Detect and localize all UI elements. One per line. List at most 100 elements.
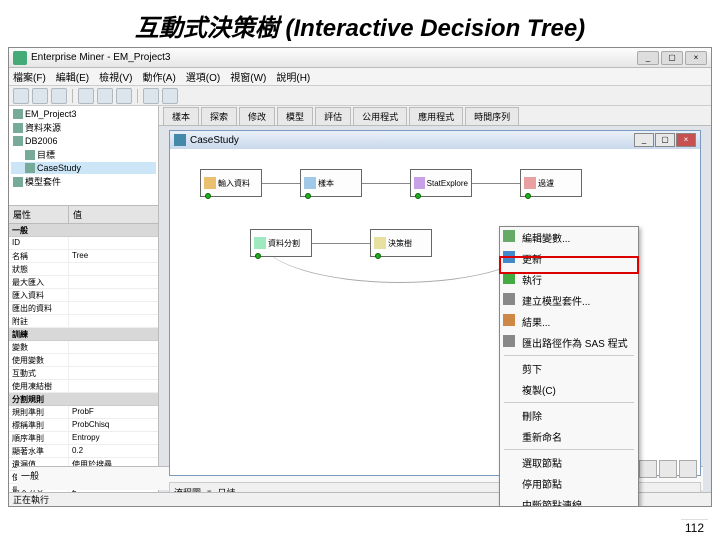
prop-name: 使用凍結樹 [9, 380, 69, 392]
minimize-button[interactable]: _ [637, 51, 659, 65]
slide-title: 互動式決策樹 (Interactive Decision Tree) [0, 0, 720, 47]
menu-help[interactable]: 說明(H) [276, 69, 310, 84]
prop-header-value: 值 [69, 206, 86, 223]
tb-copy-icon[interactable] [97, 88, 113, 104]
tab[interactable]: 模型 [277, 107, 313, 125]
left-pane: EM_Project3資料來源DB2006目標CaseStudy模型套件 屬性 … [9, 106, 159, 506]
prop-row[interactable]: 匯出的資料 [9, 302, 158, 315]
flow-node[interactable]: 過濾 [520, 169, 582, 197]
tb-open-icon[interactable] [32, 88, 48, 104]
menu-options[interactable]: 選項(O) [186, 69, 220, 84]
prop-row[interactable]: 匯入資料 [9, 289, 158, 302]
maximize-button[interactable]: ▢ [661, 51, 683, 65]
tree-item[interactable]: 目標 [11, 147, 156, 162]
flow-node[interactable]: 資料分割 [250, 229, 312, 257]
prop-row[interactable]: 附註 [9, 315, 158, 328]
tab[interactable]: 探索 [201, 107, 237, 125]
prop-row[interactable]: 最大匯入 [9, 276, 158, 289]
prop-row[interactable]: 順序準則Entropy [9, 432, 158, 445]
node-icon [254, 237, 266, 249]
flow-node[interactable]: StatExplore [410, 169, 472, 197]
context-menu-item[interactable]: 停用節點 [500, 473, 638, 494]
prop-row[interactable]: 互動式 [9, 367, 158, 380]
context-menu-item[interactable]: 複製(C) [500, 379, 638, 400]
menu-file[interactable]: 檔案(F) [13, 69, 46, 84]
node-icon [374, 237, 386, 249]
prop-row[interactable]: 名稱Tree [9, 250, 158, 263]
prop-name: 附註 [9, 315, 69, 327]
context-menu-item[interactable]: 匯出路徑作為 SAS 程式 [500, 332, 638, 353]
context-menu-item[interactable]: 刪除 [500, 405, 638, 426]
tab[interactable]: 評估 [315, 107, 351, 125]
inner-title: CaseStudy [190, 135, 239, 146]
inner-close-button[interactable]: × [676, 133, 696, 147]
flow-node[interactable]: 輸入資料 [200, 169, 262, 197]
tree-item[interactable]: 資料來源 [11, 120, 156, 135]
tab[interactable]: 應用程式 [409, 107, 463, 125]
project-tree[interactable]: EM_Project3資料來源DB2006目標CaseStudy模型套件 [9, 106, 158, 206]
prop-value [69, 276, 75, 288]
tb-run-icon[interactable] [143, 88, 159, 104]
tree-item[interactable]: 模型套件 [11, 174, 156, 189]
prop-row[interactable]: 變數 [9, 341, 158, 354]
tb-paste-icon[interactable] [116, 88, 132, 104]
folder-icon [13, 177, 23, 187]
app-icon [13, 51, 27, 65]
tb-save-icon[interactable] [51, 88, 67, 104]
context-menu-item[interactable]: 剪下 [500, 358, 638, 379]
prop-row[interactable]: 狀態 [9, 263, 158, 276]
highlight-marker [499, 256, 639, 274]
property-table[interactable]: 一般ID名稱Tree狀態最大匯入匯入資料匯出的資料附註訓練變數使用變數互動式使用… [9, 224, 158, 506]
inner-minimize-button[interactable]: _ [634, 133, 654, 147]
prop-row[interactable]: 使用凍結樹 [9, 380, 158, 393]
menu-separator [504, 402, 634, 403]
prop-value [69, 302, 75, 314]
zoom-out-icon[interactable] [659, 460, 677, 478]
prop-name: 匯入資料 [9, 289, 69, 301]
context-menu-item[interactable]: 選取節點 [500, 452, 638, 473]
menu-view[interactable]: 檢視(V) [99, 69, 132, 84]
context-menu-item[interactable]: 建立模型套件... [500, 290, 638, 311]
tab[interactable]: 樣本 [163, 107, 199, 125]
node-label: StatExplore [427, 179, 468, 188]
prop-value [69, 354, 75, 366]
prop-row[interactable]: 使用變數 [9, 354, 158, 367]
zoom-100-icon[interactable] [679, 460, 697, 478]
prop-value [69, 380, 75, 392]
tab[interactable]: 時間序列 [465, 107, 519, 125]
prop-value [69, 367, 75, 379]
tree-item[interactable]: EM_Project3 [11, 108, 156, 120]
prop-row[interactable]: 標稱準則ProbChisq [9, 419, 158, 432]
context-menu-item[interactable]: 結果... [500, 311, 638, 332]
flow-node[interactable]: 決策樹 [370, 229, 432, 257]
tab[interactable]: 修改 [239, 107, 275, 125]
inner-titlebar: CaseStudy _ ▢ × [170, 131, 700, 149]
tb-new-icon[interactable] [13, 88, 29, 104]
tb-stop-icon[interactable] [162, 88, 178, 104]
zoom-in-icon[interactable] [639, 460, 657, 478]
canvas-container: CaseStudy _ ▢ × 輸入資料 樣本 StatExplore 過濾 [159, 126, 711, 506]
tree-item[interactable]: CaseStudy [11, 162, 156, 174]
titlebar: Enterprise Miner - EM_Project3 _ ▢ × [9, 48, 711, 68]
context-menu-item[interactable]: 中斷節點連線 [500, 494, 638, 507]
tab[interactable]: 公用程式 [353, 107, 407, 125]
prop-value: ProbF [69, 406, 97, 418]
tabs-bar: 樣本探索修改模型評估公用程式應用程式時間序列 [159, 106, 711, 126]
prop-value: Entropy [69, 432, 103, 444]
menu-edit[interactable]: 編輯(E) [56, 69, 89, 84]
prop-row[interactable]: 顯著水準0.2 [9, 445, 158, 458]
menu-action[interactable]: 動作(A) [142, 69, 175, 84]
prop-row[interactable]: 規則準則ProbF [9, 406, 158, 419]
tb-cut-icon[interactable] [78, 88, 94, 104]
flow-node[interactable]: 樣本 [300, 169, 362, 197]
inner-maximize-button[interactable]: ▢ [655, 133, 675, 147]
prop-name: 顯著水準 [9, 445, 69, 457]
menu-window[interactable]: 視窗(W) [230, 69, 266, 84]
close-button[interactable]: × [685, 51, 707, 65]
prop-name: ID [9, 237, 69, 249]
prop-row[interactable]: ID [9, 237, 158, 250]
context-menu-item[interactable]: 重新命名 [500, 426, 638, 447]
context-menu-item[interactable]: 編輯變數... [500, 227, 638, 248]
tree-item[interactable]: DB2006 [11, 135, 156, 147]
prop-name: 變數 [9, 341, 69, 353]
